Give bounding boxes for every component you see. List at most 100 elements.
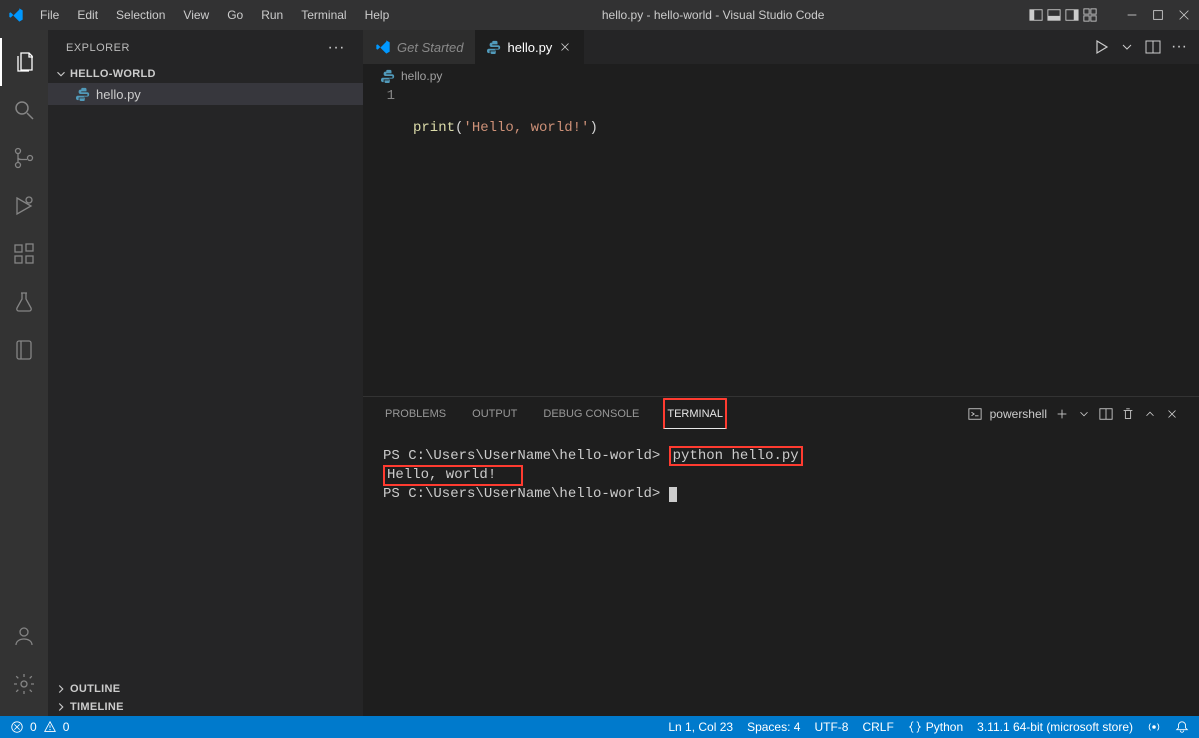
activity-run-debug[interactable] [0,182,48,230]
chevron-right-icon [54,682,68,696]
error-icon[interactable] [10,720,24,734]
python-file-icon [381,69,395,83]
window-close-icon[interactable] [1177,8,1191,22]
menu-selection[interactable]: Selection [108,4,173,26]
menu-file[interactable]: File [32,4,67,26]
book-icon [12,338,36,362]
chevron-down-icon[interactable] [1077,407,1091,421]
panel-tab-problems[interactable]: PROBLEMS [383,400,448,428]
breadcrumb[interactable]: hello.py [363,65,1199,87]
line-gutter: 1 [363,87,413,396]
titlebar: File Edit Selection View Go Run Terminal… [0,0,1199,30]
menu-go[interactable]: Go [219,4,251,26]
menu-run[interactable]: Run [253,4,291,26]
terminal-body[interactable]: PS C:\Users\UserName\hello-world> python… [363,430,1199,716]
menu-edit[interactable]: Edit [69,4,106,26]
statusbar: 0 0 Ln 1, Col 23 Spaces: 4 UTF-8 CRLF Py… [0,716,1199,738]
trash-icon[interactable] [1121,407,1135,421]
python-interpreter[interactable]: 3.11.1 64-bit (microsoft store) [977,720,1133,734]
window-title: hello.py - hello-world - Visual Studio C… [397,8,1029,22]
folder-root[interactable]: HELLO-WORLD [48,65,363,83]
customize-layout-icon[interactable] [1083,8,1097,22]
sidebar-title: EXPLORER [66,42,130,54]
extensions-icon [12,242,36,266]
editor-tab-actions: ··· [1081,30,1199,64]
sidebar-explorer: EXPLORER ··· HELLO-WORLD hello.py OUTLIN… [48,30,363,716]
breadcrumb-file: hello.py [401,69,442,83]
file-item[interactable]: hello.py [48,83,363,105]
file-item-label: hello.py [96,87,141,102]
maximize-panel-icon[interactable] [1143,407,1157,421]
panel-tabs: PROBLEMS OUTPUT DEBUG CONSOLE TERMINAL p… [363,397,1199,430]
activity-extensions[interactable] [0,230,48,278]
error-count[interactable]: 0 [30,720,37,734]
toggle-panel-left-icon[interactable] [1029,8,1043,22]
activity-settings[interactable] [0,660,48,708]
section-outline[interactable]: OUTLINE [48,680,363,698]
cursor-position[interactable]: Ln 1, Col 23 [668,720,733,734]
code-token-str: 'Hello, world!' [463,120,589,136]
warning-count[interactable]: 0 [63,720,70,734]
braces-icon [908,720,922,734]
menu-help[interactable]: Help [357,4,398,26]
activity-testing[interactable] [0,278,48,326]
gear-icon [12,672,36,696]
sidebar-more-icon[interactable]: ··· [328,39,345,57]
tab-get-started[interactable]: Get Started [363,30,475,64]
panel-tab-output[interactable]: OUTPUT [470,400,519,428]
terminal-output: Hello, world! [383,465,523,486]
bell-icon[interactable] [1175,720,1189,734]
toggle-panel-bottom-icon[interactable] [1047,8,1061,22]
encoding[interactable]: UTF-8 [814,720,848,734]
close-panel-icon[interactable] [1165,407,1179,421]
source-control-icon [12,146,36,170]
activity-accounts[interactable] [0,612,48,660]
menu-view[interactable]: View [175,4,217,26]
vscode-logo-icon [8,7,24,23]
run-icon[interactable] [1093,39,1109,55]
activity-other[interactable] [0,326,48,374]
activity-search[interactable] [0,86,48,134]
editor-tabs: Get Started hello.py ··· [363,30,1199,65]
folder-root-label: HELLO-WORLD [70,68,156,80]
editor-area: Get Started hello.py ··· hello.py 1 [363,30,1199,716]
broadcast-icon[interactable] [1147,720,1161,734]
language-mode[interactable]: Python [908,720,963,734]
terminal-shell-icon [968,407,982,421]
run-debug-icon [12,194,36,218]
window-minimize-icon[interactable] [1125,8,1139,22]
files-icon [13,50,37,74]
window-maximize-icon[interactable] [1151,8,1165,22]
terminal-shell-label[interactable]: powershell [990,407,1047,421]
tab-hello-py[interactable]: hello.py [475,30,584,64]
bottom-panel: PROBLEMS OUTPUT DEBUG CONSOLE TERMINAL p… [363,396,1199,716]
section-timeline[interactable]: TIMELINE [48,698,363,716]
code-content[interactable]: print('Hello, world!') [413,87,1199,396]
indentation[interactable]: Spaces: 4 [747,720,800,734]
split-editor-icon[interactable] [1145,39,1161,55]
search-icon [12,98,36,122]
editor-body[interactable]: 1 print('Hello, world!') [363,87,1199,396]
eol[interactable]: CRLF [862,720,893,734]
beaker-icon [12,290,36,314]
chevron-down-icon[interactable] [1119,39,1135,55]
toggle-panel-right-icon[interactable] [1065,8,1079,22]
warning-icon[interactable] [43,720,57,734]
sidebar-header: EXPLORER ··· [48,30,363,65]
chevron-down-icon [54,67,68,81]
panel-tab-debug-console[interactable]: DEBUG CONSOLE [541,400,641,428]
section-outline-label: OUTLINE [70,683,120,695]
panel-tab-terminal[interactable]: TERMINAL [663,398,727,429]
activity-source-control[interactable] [0,134,48,182]
menu-terminal[interactable]: Terminal [293,4,354,26]
account-icon [12,624,36,648]
code-token-fn: print [413,120,455,136]
more-actions-icon[interactable]: ··· [1171,38,1187,56]
split-terminal-icon[interactable] [1099,407,1113,421]
menu-bar: File Edit Selection View Go Run Terminal… [32,4,397,26]
line-number: 1 [363,87,395,106]
new-terminal-icon[interactable] [1055,407,1069,421]
activity-explorer[interactable] [0,38,48,86]
close-icon[interactable] [558,40,572,54]
python-file-icon [76,87,90,101]
